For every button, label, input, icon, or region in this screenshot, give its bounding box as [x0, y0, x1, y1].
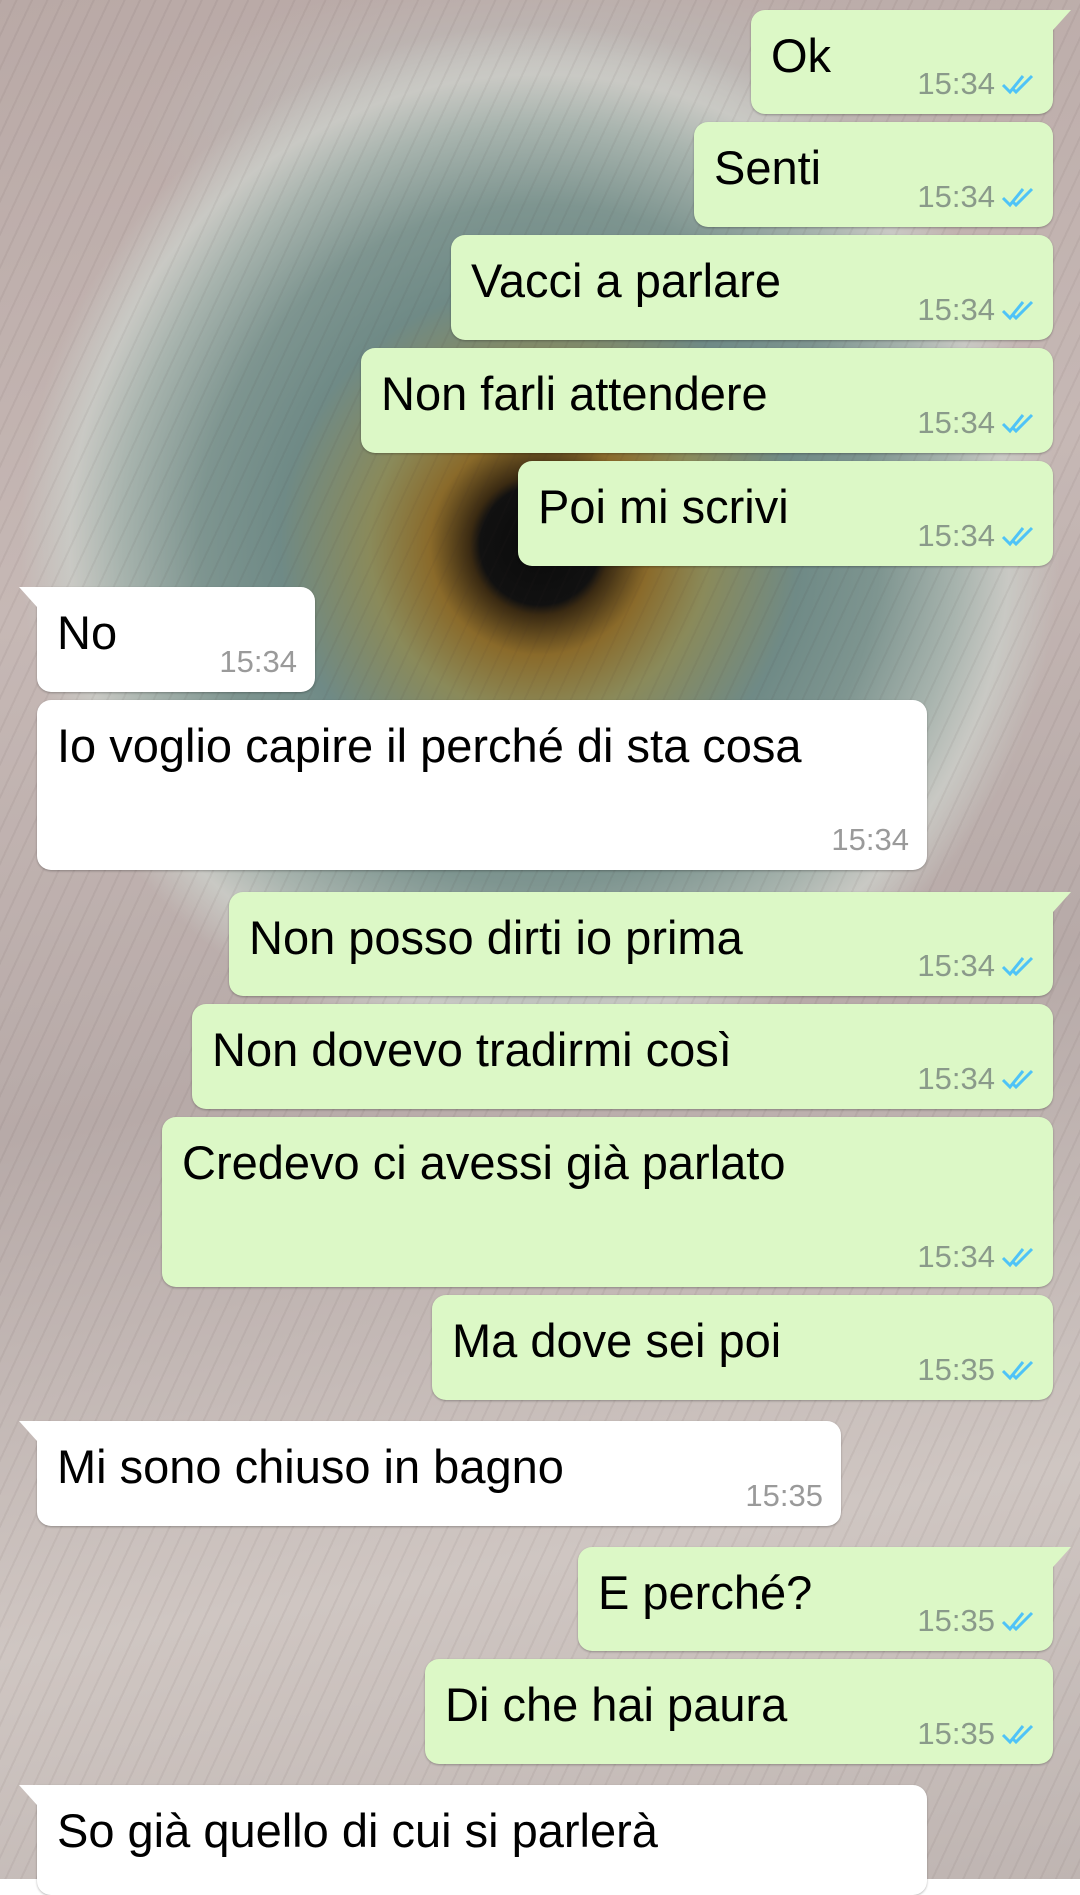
- message-text: Senti: [714, 141, 822, 194]
- double-check-icon: [1001, 1724, 1034, 1745]
- message-text: Ok: [771, 29, 832, 82]
- message-text: Credevo ci avessi già parlato: [182, 1136, 786, 1189]
- message-bubble-out[interactable]: Senti 15:34: [694, 122, 1053, 227]
- message-bubble-in[interactable]: No 15:34: [19, 587, 315, 692]
- message-bubble-out[interactable]: E perché? 15:35: [578, 1547, 1071, 1651]
- message-time: 15:34: [917, 1061, 995, 1096]
- message-bubble-in[interactable]: Mi sono chiuso in bagno 15:35: [19, 1421, 841, 1526]
- message-text: Io voglio capire il perché di sta cosa: [57, 719, 802, 772]
- message-bubble-out[interactable]: Ma dove sei poi 15:35: [432, 1295, 1053, 1400]
- double-check-icon: [1001, 956, 1034, 977]
- message-time: 15:34: [917, 948, 995, 983]
- message-text: Non dovevo tradirmi così: [212, 1023, 732, 1076]
- message-text: Non posso dirti io prima: [249, 911, 743, 964]
- message-bubble-out[interactable]: Ok 15:34: [751, 10, 1071, 114]
- message-time: 15:34: [917, 292, 995, 327]
- message-text: Poi mi scrivi: [538, 480, 789, 533]
- message-time: 15:34: [831, 822, 909, 857]
- double-check-icon: [1001, 74, 1034, 95]
- message-text: Non farli attendere: [381, 367, 768, 420]
- message-list[interactable]: Ok 15:34 Senti 15:34 Vacci a parlare 15:…: [0, 0, 1080, 1895]
- message-time: 15:35: [917, 1603, 995, 1638]
- message-time: 15:35: [745, 1478, 823, 1513]
- double-check-icon: [1001, 1360, 1034, 1381]
- message-time: 15:35: [917, 1716, 995, 1751]
- message-bubble-out[interactable]: Vacci a parlare 15:34: [451, 235, 1053, 340]
- message-text: E perché?: [598, 1566, 813, 1619]
- double-check-icon: [1001, 187, 1034, 208]
- double-check-icon: [1001, 1611, 1034, 1632]
- message-time: 15:35: [917, 1352, 995, 1387]
- double-check-icon: [1001, 1247, 1034, 1268]
- message-bubble-out[interactable]: Poi mi scrivi 15:34: [518, 461, 1053, 566]
- message-text: Di che hai paura: [445, 1678, 788, 1731]
- double-check-icon: [1001, 1069, 1034, 1090]
- double-check-icon: [1001, 526, 1034, 547]
- double-check-icon: [1001, 300, 1034, 321]
- message-text: No: [57, 606, 118, 659]
- message-bubble-out[interactable]: Non farli attendere 15:34: [361, 348, 1053, 453]
- message-bubble-out[interactable]: Non dovevo tradirmi così 15:34: [192, 1004, 1053, 1109]
- message-time: 15:34: [917, 179, 995, 214]
- message-time: 15:34: [219, 644, 297, 679]
- message-bubble-out[interactable]: Credevo ci avessi già parlato 15:34: [162, 1117, 1053, 1287]
- message-text: Ma dove sei poi: [452, 1314, 782, 1367]
- double-check-icon: [1001, 413, 1034, 434]
- message-bubble-out[interactable]: Di che hai paura 15:35: [425, 1659, 1053, 1764]
- message-text: Mi sono chiuso in bagno: [57, 1440, 564, 1493]
- message-bubble-in[interactable]: Io voglio capire il perché di sta cosa 1…: [37, 700, 927, 870]
- message-text: Vacci a parlare: [471, 254, 781, 307]
- message-time: 15:34: [917, 66, 995, 101]
- message-text: So già quello di cui si parlerà: [57, 1804, 658, 1857]
- message-time: 15:34: [917, 1239, 995, 1274]
- message-bubble-out[interactable]: Non posso dirti io prima 15:34: [229, 892, 1071, 996]
- message-time: 15:34: [917, 518, 995, 553]
- message-time: 15:34: [917, 405, 995, 440]
